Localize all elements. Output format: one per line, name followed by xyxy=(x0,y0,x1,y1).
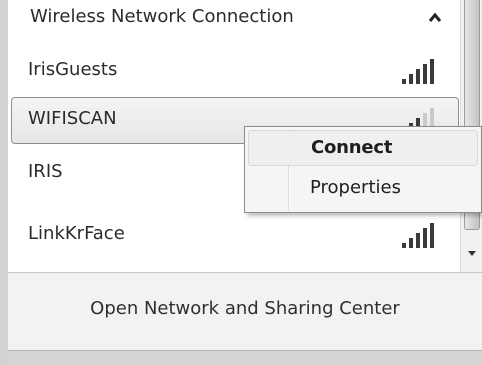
signal-bar xyxy=(416,233,420,248)
network-flyout: Wireless Network Connection IrisGuests W… xyxy=(0,0,482,365)
bottom-border xyxy=(8,350,482,365)
signal-bar xyxy=(409,74,413,84)
wifi-signal-icon xyxy=(402,223,434,248)
section-header-wireless[interactable]: Wireless Network Connection xyxy=(8,0,460,38)
menu-item-connect[interactable]: Connect xyxy=(248,130,478,166)
network-name: WIFISCAN xyxy=(28,108,117,129)
chevron-up-icon[interactable] xyxy=(427,10,443,26)
menu-item-properties[interactable]: Properties xyxy=(248,171,478,207)
left-border xyxy=(0,0,8,365)
network-name: LinkKrFace xyxy=(28,223,125,244)
wifi-signal-icon xyxy=(402,59,434,84)
footer: Open Network and Sharing Center xyxy=(8,272,482,350)
signal-bar xyxy=(402,79,406,84)
signal-bar xyxy=(430,223,434,248)
scroll-down-arrow-icon[interactable] xyxy=(465,246,479,260)
signal-bar xyxy=(430,59,434,84)
network-item-linkkrface[interactable]: LinkKrFace xyxy=(8,212,460,258)
context-menu: Connect Properties xyxy=(244,126,482,213)
signal-bar xyxy=(423,228,427,248)
section-title: Wireless Network Connection xyxy=(30,6,294,27)
network-name: IRIS xyxy=(28,161,63,182)
menu-item-label: Properties xyxy=(310,177,401,198)
signal-bar xyxy=(423,64,427,84)
signal-bar xyxy=(409,238,413,248)
signal-bar xyxy=(416,69,420,84)
menu-item-label: Connect xyxy=(311,137,393,158)
signal-bar xyxy=(402,243,406,248)
network-item-irisguests[interactable]: IrisGuests xyxy=(8,48,460,94)
network-name: IrisGuests xyxy=(28,59,118,80)
open-network-sharing-center-link[interactable]: Open Network and Sharing Center xyxy=(8,298,482,319)
